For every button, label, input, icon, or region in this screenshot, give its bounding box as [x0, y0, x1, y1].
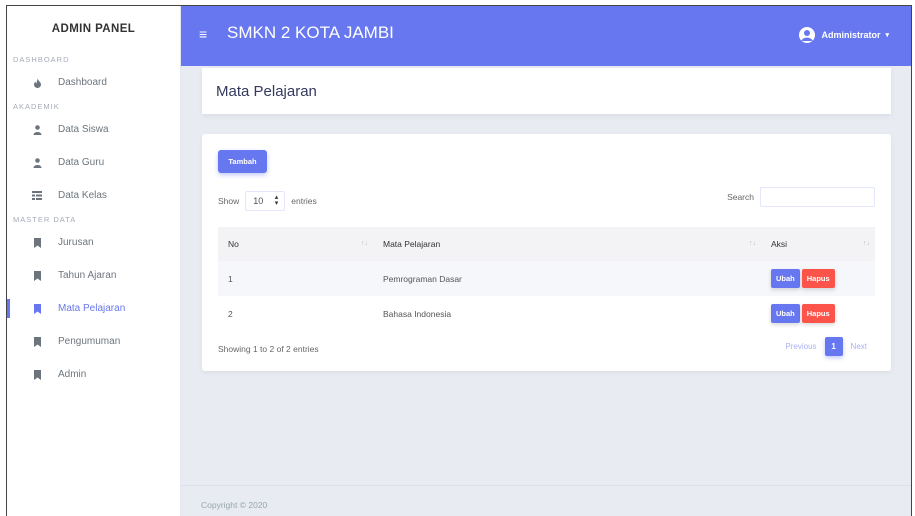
cell-mata-pelajaran: Pemrograman Dasar	[383, 273, 462, 284]
app-window: ADMIN PANEL DASHBOARD Dashboard AKADEMIK…	[6, 5, 912, 516]
sidebar-brand[interactable]: ADMIN PANEL	[7, 6, 180, 52]
search-label: Search	[727, 192, 754, 202]
sidebar-item-data-kelas[interactable]: Data Kelas	[7, 179, 180, 212]
sidebar-item-jurusan[interactable]: Jurusan	[7, 226, 180, 259]
site-title: SMKN 2 KOTA JAMBI	[227, 23, 394, 42]
select-arrows-icon: ▴ ▾	[274, 194, 279, 207]
copyright-text: Copyright © 2020	[201, 500, 268, 510]
mata-pelajaran-table: No ↑↓ Mata Pelajaran ↑↓ Aksi ↑↓ 1 Pemrogram…	[218, 227, 875, 331]
cell-aksi: Ubah Hapus	[761, 261, 875, 296]
add-button[interactable]: Tambah	[218, 150, 267, 173]
page-title: Mata Pelajaran	[216, 82, 317, 100]
sidebar: ADMIN PANEL DASHBOARD Dashboard AKADEMIK…	[7, 6, 181, 516]
sidebar-item-label: Jurusan	[58, 237, 94, 248]
cell-no: 1	[228, 273, 233, 284]
edit-button[interactable]: Ubah	[771, 269, 800, 288]
table-info: Showing 1 to 2 of 2 entries	[218, 344, 319, 354]
user-name: Administrator	[821, 30, 881, 40]
cell-no: 2	[228, 308, 233, 319]
sidebar-item-label: Tahun Ajaran	[58, 270, 117, 281]
bookmark-icon	[32, 303, 42, 314]
bookmark-icon	[32, 270, 42, 281]
sidebar-item-pengumuman[interactable]: Pengumuman	[7, 325, 180, 358]
bookmark-icon	[32, 336, 42, 347]
sidebar-item-data-siswa[interactable]: Data Siswa	[7, 113, 180, 146]
delete-button[interactable]: Hapus	[801, 304, 835, 323]
user-icon	[32, 157, 42, 168]
bookmark-icon	[32, 369, 42, 380]
section-title-dashboard: DASHBOARD	[13, 54, 70, 64]
sidebar-item-admin[interactable]: Admin	[7, 358, 180, 391]
table-row: 2 Bahasa Indonesia Ubah Hapus	[218, 296, 875, 331]
sidebar-item-label: Data Kelas	[58, 190, 107, 201]
avatar-icon	[799, 27, 816, 43]
section-title-akademik: AKADEMIK	[13, 101, 60, 111]
column-header-aksi[interactable]: Aksi ↑↓	[761, 227, 875, 261]
footer: Copyright © 2020	[181, 485, 911, 516]
user-dropdown[interactable]: Administrator ▾	[799, 27, 889, 43]
sidebar-item-tahun-ajaran[interactable]: Tahun Ajaran	[7, 259, 180, 292]
cell-aksi: Ubah Hapus	[761, 296, 875, 331]
entries-select[interactable]: 10 ▴ ▾	[245, 191, 286, 211]
previous-page-button[interactable]: Previous	[777, 342, 824, 351]
caret-down-icon: ▾	[885, 32, 889, 39]
sidebar-item-label: Dashboard	[58, 77, 107, 88]
sidebar-item-dashboard[interactable]: Dashboard	[7, 66, 180, 99]
pagination: Previous 1 Next	[777, 337, 875, 356]
entries-length-control: Show 10 ▴ ▾ entries	[218, 191, 317, 211]
column-header-mata-pelajaran[interactable]: Mata Pelajaran ↑↓	[373, 227, 761, 261]
page-1-button[interactable]: 1	[824, 337, 843, 356]
top-navbar: ≡ SMKN 2 KOTA JAMBI Administrator ▾	[181, 6, 911, 66]
section-title-master-data: MASTER DATA	[13, 214, 77, 224]
sort-icon: ↑↓	[749, 240, 756, 247]
hamburger-menu-icon[interactable]: ≡	[199, 26, 207, 42]
sidebar-item-label: Data Siswa	[58, 124, 109, 135]
sidebar-item-data-guru[interactable]: Data Guru	[7, 146, 180, 179]
page-header: Mata Pelajaran	[202, 68, 891, 114]
sidebar-item-mata-pelajaran[interactable]: Mata Pelajaran	[7, 292, 180, 325]
bookmark-icon	[32, 237, 42, 248]
entries-label: entries	[291, 196, 317, 206]
cell-mata-pelajaran: Bahasa Indonesia	[383, 308, 452, 319]
entries-select-value: 10	[253, 196, 264, 206]
show-label: Show	[218, 196, 240, 206]
search-control: Search	[727, 187, 875, 207]
column-header-no[interactable]: No ↑↓	[218, 227, 373, 261]
table-icon	[32, 191, 42, 201]
sidebar-item-label: Admin	[58, 369, 87, 380]
fire-icon	[32, 77, 42, 88]
search-input[interactable]	[760, 187, 875, 207]
table-row: 1 Pemrograman Dasar Ubah Hapus	[218, 261, 875, 296]
sort-icon: ↑↓	[863, 240, 870, 247]
delete-button[interactable]: Hapus	[801, 269, 835, 288]
user-icon	[32, 124, 42, 135]
sort-icon: ↑↓	[361, 240, 368, 247]
table-header-row: No ↑↓ Mata Pelajaran ↑↓ Aksi ↑↓	[218, 227, 875, 261]
sidebar-item-label: Data Guru	[58, 157, 105, 168]
next-page-button[interactable]: Next	[843, 342, 875, 351]
edit-button[interactable]: Ubah	[771, 304, 800, 323]
content-card: Tambah Show 10 ▴ ▾ entries Search No ↑↓ Ma…	[202, 134, 891, 371]
sidebar-item-label: Pengumuman	[58, 336, 121, 347]
sidebar-item-label: Mata Pelajaran	[58, 303, 126, 314]
